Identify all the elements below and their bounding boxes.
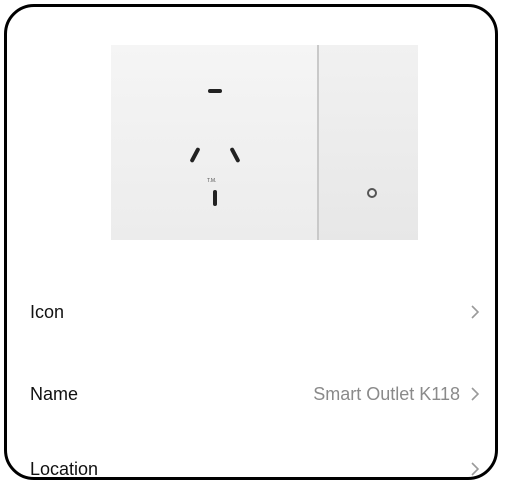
switch-panel [319, 45, 418, 240]
indicator-light-icon [367, 188, 377, 198]
settings-row-icon[interactable]: Icon [7, 290, 495, 334]
settings-row-name[interactable]: Name Smart Outlet K118 [7, 372, 495, 416]
chevron-right-icon [471, 462, 480, 476]
settings-row-value: Smart Outlet K118 [313, 383, 460, 404]
settings-row-label: Location [30, 458, 99, 479]
chevron-right-icon [471, 387, 480, 401]
outlet-panel: T.M. [111, 45, 319, 240]
settings-row-label: Icon [30, 301, 65, 322]
socket-slot-right [229, 146, 241, 164]
socket-slot-left [189, 146, 201, 164]
socket-mark: T.M. [207, 178, 217, 184]
usb-slot [208, 89, 222, 93]
chevron-right-icon [471, 305, 480, 319]
settings-row-right: Smart Outlet K118 [313, 384, 482, 405]
settings-screen: T.M. Icon Name Smart Outlet K118 Locatio… [4, 4, 498, 480]
settings-row-right [460, 302, 482, 322]
settings-row-label: Name [30, 383, 79, 404]
settings-row-right [460, 459, 482, 477]
socket-slot-earth [213, 190, 217, 206]
settings-row-location[interactable]: Location [7, 447, 495, 479]
device-image: T.M. [111, 45, 418, 240]
